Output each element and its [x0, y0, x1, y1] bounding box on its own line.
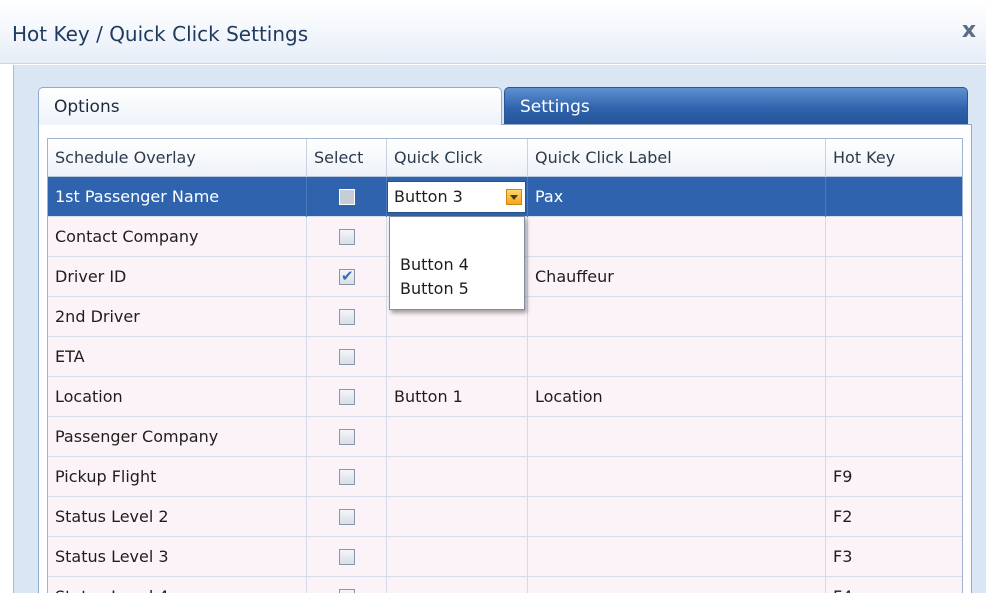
close-icon[interactable]: x: [956, 18, 982, 44]
select-checkbox[interactable]: [339, 229, 355, 245]
column-header-hot-key[interactable]: Hot Key: [826, 139, 962, 177]
column-header-quick-click[interactable]: Quick Click: [387, 139, 528, 177]
select-checkbox[interactable]: [339, 589, 355, 593]
schedule-overlay-cell[interactable]: Status Level 2: [48, 497, 307, 537]
overlay-grid: Schedule Overlay Select Quick Click Quic…: [47, 138, 963, 593]
schedule-overlay-cell[interactable]: Status Level 4: [48, 577, 307, 593]
select-checkbox[interactable]: [339, 509, 355, 525]
quick-click-cell[interactable]: [387, 417, 528, 457]
hot-key-cell[interactable]: F4: [826, 577, 962, 593]
hot-key-cell[interactable]: F9: [826, 457, 962, 497]
select-cell: [307, 337, 387, 377]
select-cell: [307, 377, 387, 417]
select-cell: [307, 577, 387, 593]
quick-click-label-cell[interactable]: [528, 537, 826, 577]
dropdown-option[interactable]: [400, 229, 516, 253]
select-cell: [307, 417, 387, 457]
select-cell: [307, 177, 387, 217]
hot-key-cell[interactable]: [826, 177, 962, 217]
select-checkbox[interactable]: [339, 349, 355, 365]
quick-click-cell[interactable]: Button 1: [387, 377, 528, 417]
select-checkbox[interactable]: [339, 389, 355, 405]
schedule-overlay-cell[interactable]: Pickup Flight: [48, 457, 307, 497]
quick-click-cell[interactable]: [387, 537, 528, 577]
hot-key-cell[interactable]: [826, 417, 962, 457]
quick-click-label-cell[interactable]: Chauffeur: [528, 257, 826, 297]
table-row[interactable]: Status Level 4 F4: [48, 577, 962, 593]
schedule-overlay-cell[interactable]: Passenger Company: [48, 417, 307, 457]
quick-click-label-cell[interactable]: Pax: [528, 177, 826, 217]
select-checkbox[interactable]: [339, 189, 355, 205]
select-cell: [307, 537, 387, 577]
table-row[interactable]: Pickup Flight F9: [48, 457, 962, 497]
hot-key-cell[interactable]: F3: [826, 537, 962, 577]
select-cell: ✔: [307, 257, 387, 297]
grid-header: Schedule Overlay Select Quick Click Quic…: [48, 139, 962, 177]
table-row[interactable]: Status Level 2 F2: [48, 497, 962, 537]
quick-click-combo[interactable]: Button 3: [387, 181, 526, 213]
quick-click-label-cell[interactable]: [528, 297, 826, 337]
table-row[interactable]: Status Level 3 F3: [48, 537, 962, 577]
chevron-down-icon[interactable]: [506, 189, 522, 205]
quick-click-label-cell[interactable]: Location: [528, 377, 826, 417]
schedule-overlay-cell[interactable]: 1st Passenger Name: [48, 177, 307, 217]
hot-key-cell[interactable]: [826, 377, 962, 417]
quick-click-label-cell[interactable]: [528, 337, 826, 377]
select-cell: [307, 217, 387, 257]
tab-options[interactable]: Options: [38, 87, 502, 125]
table-row[interactable]: Passenger Company: [48, 417, 962, 457]
select-cell: [307, 297, 387, 337]
hot-key-cell[interactable]: [826, 297, 962, 337]
dropdown-option[interactable]: Button 4: [400, 253, 516, 277]
schedule-overlay-cell[interactable]: Driver ID: [48, 257, 307, 297]
quick-click-cell[interactable]: [387, 337, 528, 377]
select-cell: [307, 457, 387, 497]
title-bar: Hot Key / Quick Click Settings x: [0, 0, 986, 64]
table-row[interactable]: 1st Passenger Name Button 3 Pax: [48, 177, 962, 217]
quick-click-label-cell[interactable]: [528, 417, 826, 457]
select-checkbox[interactable]: ✔: [339, 267, 355, 285]
quick-click-combo-value: Button 3: [394, 187, 463, 206]
quick-click-label-cell[interactable]: [528, 497, 826, 537]
hot-key-cell[interactable]: [826, 257, 962, 297]
column-header-select[interactable]: Select: [307, 139, 387, 177]
schedule-overlay-cell[interactable]: ETA: [48, 337, 307, 377]
quick-click-cell[interactable]: [387, 577, 528, 593]
schedule-overlay-cell[interactable]: Contact Company: [48, 217, 307, 257]
table-row[interactable]: Location Button 1 Location: [48, 377, 962, 417]
quick-click-cell[interactable]: Button 3: [387, 177, 528, 217]
quick-click-cell[interactable]: [387, 457, 528, 497]
select-cell: [307, 497, 387, 537]
schedule-overlay-cell[interactable]: 2nd Driver: [48, 297, 307, 337]
quick-click-cell[interactable]: [387, 497, 528, 537]
select-checkbox[interactable]: [339, 429, 355, 445]
tab-settings[interactable]: Settings: [504, 87, 968, 125]
checkmark-icon: ✔: [341, 267, 354, 285]
select-checkbox[interactable]: [339, 549, 355, 565]
dropdown-option[interactable]: Button 5: [400, 277, 516, 301]
schedule-overlay-cell[interactable]: Location: [48, 377, 307, 417]
window-title: Hot Key / Quick Click Settings: [12, 22, 309, 46]
quick-click-dropdown-list: Button 4 Button 5: [389, 216, 525, 310]
hot-key-cell[interactable]: [826, 337, 962, 377]
column-header-schedule-overlay[interactable]: Schedule Overlay: [48, 139, 307, 177]
select-checkbox[interactable]: [339, 469, 355, 485]
column-header-quick-click-label[interactable]: Quick Click Label: [528, 139, 826, 177]
quick-click-label-cell[interactable]: [528, 577, 826, 593]
schedule-overlay-cell[interactable]: Status Level 3: [48, 537, 307, 577]
quick-click-label-cell[interactable]: [528, 457, 826, 497]
quick-click-label-cell[interactable]: [528, 217, 826, 257]
hot-key-cell[interactable]: F2: [826, 497, 962, 537]
hot-key-cell[interactable]: [826, 217, 962, 257]
table-row[interactable]: ETA: [48, 337, 962, 377]
select-checkbox[interactable]: [339, 309, 355, 325]
